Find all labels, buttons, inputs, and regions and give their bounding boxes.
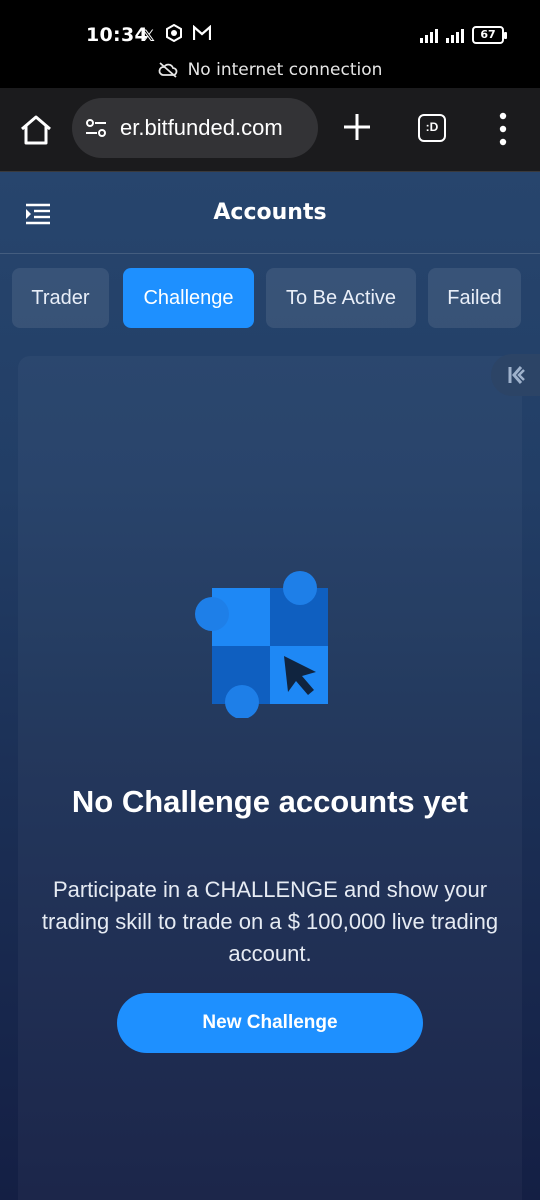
status-bar: 10:34 𝕏 67 No internet connection [0, 0, 540, 88]
signal-icon [420, 27, 438, 43]
tab-trader[interactable]: Trader [12, 268, 109, 328]
empty-state-description: Participate in a CHALLENGE and show your… [41, 877, 499, 966]
system-indicators: 67 [420, 26, 507, 44]
signal-icon [446, 27, 464, 43]
status-time: 10:34 [86, 24, 148, 46]
network-notice: No internet connection [0, 60, 540, 80]
floating-widget-button[interactable] [491, 354, 540, 396]
tab-to-be-active[interactable]: To Be Active [266, 268, 416, 328]
battery-icon: 67 [472, 26, 507, 44]
app-header: Accounts [0, 172, 540, 254]
notification-icons: 𝕏 [142, 23, 211, 47]
site-settings-icon[interactable] [84, 116, 108, 140]
tab-switcher-button[interactable]: :D [418, 114, 446, 142]
challenge-illustration [195, 571, 328, 718]
network-notice-text: No internet connection [187, 60, 383, 80]
kucoin-icon [508, 366, 525, 384]
url-text[interactable]: er.bitfunded.com [120, 115, 283, 141]
more-options-icon[interactable] [496, 110, 510, 148]
mail-icon [192, 24, 211, 46]
cloud-off-icon [158, 62, 177, 78]
address-bar[interactable]: er.bitfunded.com [72, 98, 318, 158]
home-icon[interactable] [18, 112, 54, 148]
tab-challenge[interactable]: Challenge [123, 268, 254, 328]
app-icon [165, 23, 183, 47]
browser-toolbar: er.bitfunded.com :D [0, 88, 540, 172]
page-title: Accounts [213, 200, 327, 225]
x-icon: 𝕏 [142, 25, 155, 45]
tab-failed[interactable]: Failed [428, 268, 521, 328]
page-content: Accounts Trader Challenge To Be Active F… [0, 172, 540, 1200]
new-challenge-button[interactable]: New Challenge [117, 993, 423, 1053]
empty-state-title: No Challenge accounts yet [71, 784, 469, 819]
new-tab-icon[interactable] [340, 110, 374, 144]
empty-state-card [18, 356, 522, 1200]
